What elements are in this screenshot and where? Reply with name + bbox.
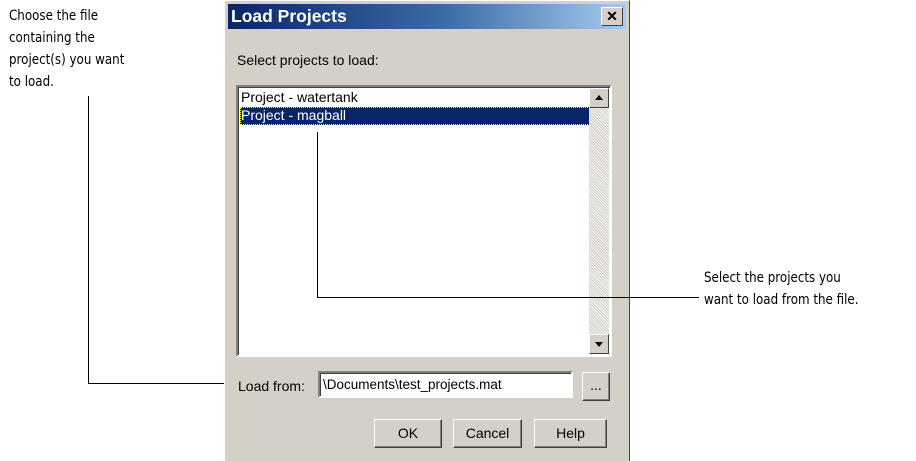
cancel-button[interactable]: Cancel	[453, 419, 522, 448]
list-item-magball[interactable]: Project - magball	[240, 107, 592, 125]
close-icon: ✕	[606, 8, 618, 24]
close-button[interactable]: ✕	[601, 7, 623, 26]
callout-line: Select the projects you	[704, 270, 841, 286]
list-item-watertank[interactable]: Project - watertank	[240, 89, 592, 107]
scroll-up-button[interactable]	[589, 88, 609, 108]
leader-line-right	[317, 132, 318, 298]
browse-button[interactable]: ...	[582, 372, 610, 401]
callout-choose-file: Choose the file containing the project(s…	[9, 5, 124, 93]
projects-listbox[interactable]: Project - watertank Project - magball	[236, 85, 612, 357]
scroll-down-button[interactable]	[589, 334, 609, 354]
vertical-scrollbar[interactable]	[589, 88, 609, 354]
load-projects-dialog: Load Projects ✕ Select projects to load:…	[224, 0, 630, 461]
load-from-field[interactable]: \Documents\test_projects.mat	[318, 371, 573, 398]
select-projects-label: Select projects to load:	[237, 52, 379, 68]
callout-line: want to load from the file.	[704, 292, 859, 308]
leader-line-right	[317, 297, 699, 298]
callout-line: Choose the file	[9, 8, 99, 24]
dialog-title: Load Projects	[231, 6, 347, 26]
scroll-up-arrow-icon	[595, 95, 603, 100]
scroll-down-arrow-icon	[595, 342, 603, 347]
callout-line: containing the	[9, 30, 95, 46]
leader-line-left	[88, 383, 236, 384]
callout-select-projects: Select the projects you want to load fro…	[704, 267, 859, 311]
help-button[interactable]: Help	[534, 419, 607, 448]
leader-line-left	[88, 96, 89, 384]
title-bar[interactable]: Load Projects ✕	[228, 4, 626, 29]
ok-button[interactable]: OK	[374, 419, 442, 448]
callout-line: to load.	[9, 74, 54, 90]
callout-line: project(s) you want	[9, 52, 125, 68]
load-from-label: Load from:	[238, 378, 305, 394]
